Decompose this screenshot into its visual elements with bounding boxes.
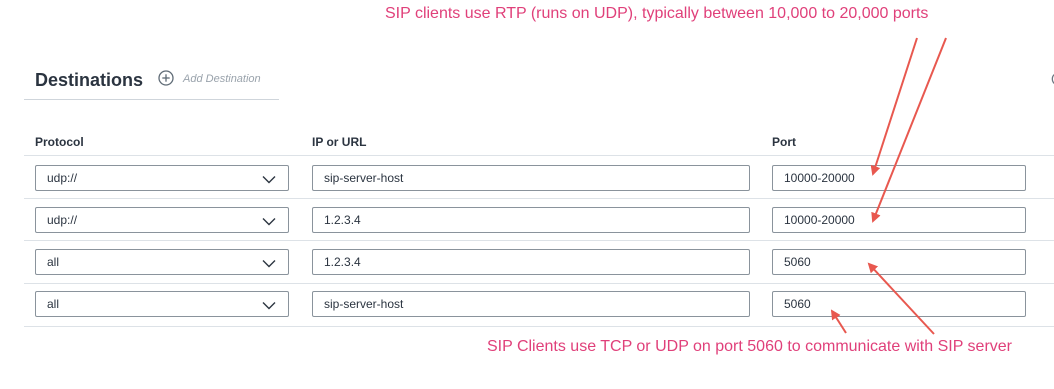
arrow-to-row1-port [870,37,918,176]
screenshot-stage: SIP clients use RTP (runs on UDP), typic… [0,0,1054,389]
annotation-arrows [830,37,947,335]
arrow-to-row3-port [867,262,935,335]
arrow-to-row4-port [830,309,847,334]
annotation-sip-port: SIP Clients use TCP or UDP on port 5060 … [487,338,1012,355]
arrow-to-row2-port [871,37,947,223]
